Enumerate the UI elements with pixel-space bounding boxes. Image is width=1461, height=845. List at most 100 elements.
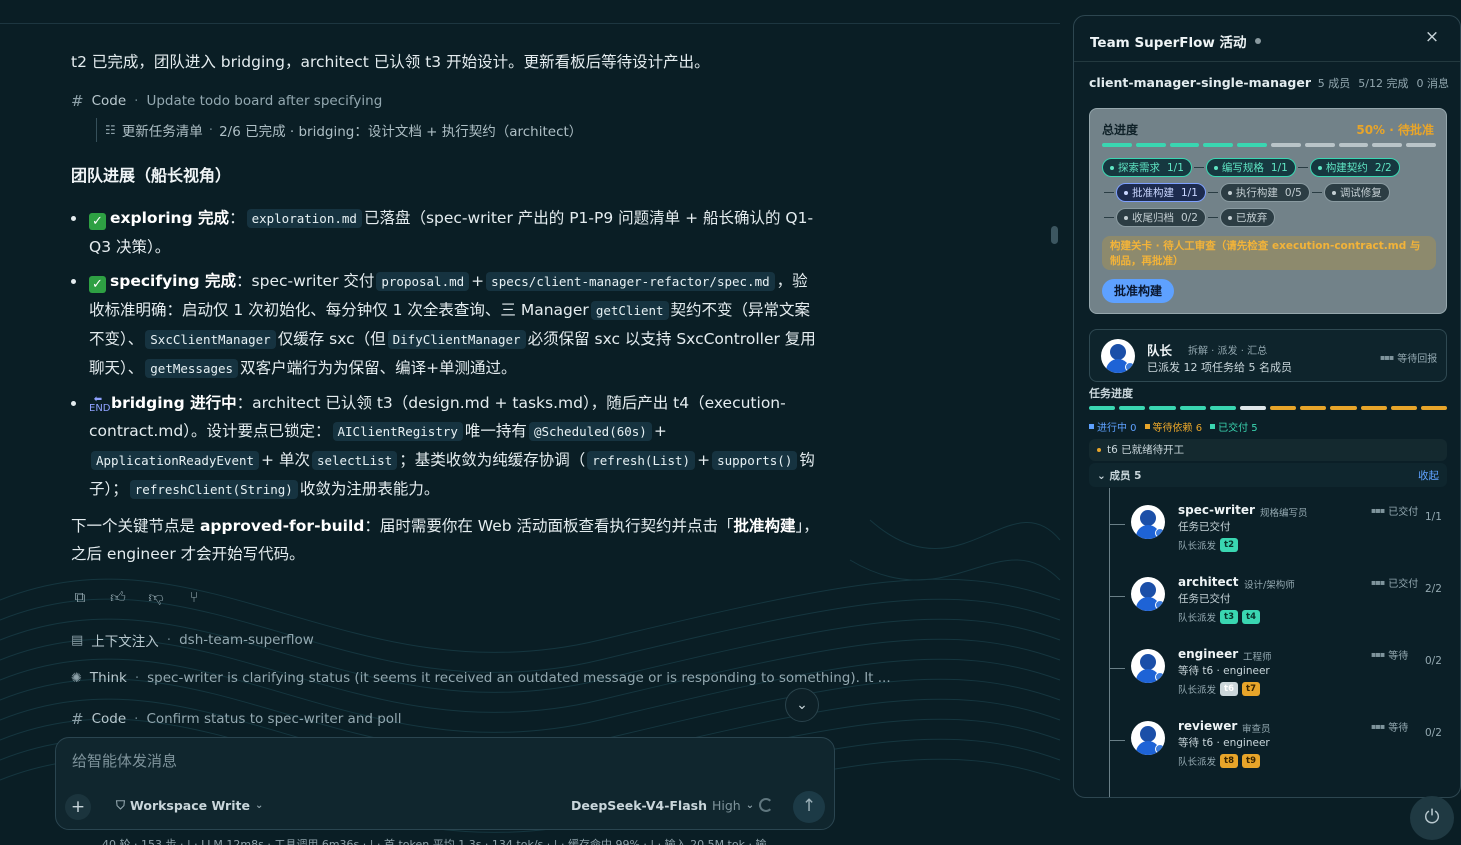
stage-dot-icon bbox=[1227, 215, 1232, 220]
message-input[interactable] bbox=[72, 752, 812, 770]
progress-segment bbox=[1304, 143, 1335, 147]
progress-segment bbox=[1372, 143, 1403, 147]
thumbs-up-icon[interactable]: 👍︎ bbox=[109, 588, 127, 606]
task-chip[interactable]: t8 bbox=[1220, 754, 1238, 768]
chat-area: t2 已完成，团队进入 bridging，architect 已认领 t3 开始… bbox=[0, 0, 1060, 845]
chat-top-divider bbox=[0, 23, 1060, 24]
thumbs-down-icon[interactable]: 👎︎ bbox=[147, 588, 165, 606]
chevron-down-icon: ⌄ bbox=[745, 800, 755, 811]
model-select[interactable]: DeepSeek-V4-Flash High ⌄ bbox=[571, 798, 754, 813]
stage-dot-icon bbox=[1124, 215, 1128, 220]
progress-status: 50% · 待批准 bbox=[1356, 123, 1434, 137]
task-segment bbox=[1270, 406, 1297, 410]
stage-dot-icon bbox=[1331, 190, 1336, 195]
tool-call-code-2[interactable]: # Code · Confirm status to spec-writer a… bbox=[71, 710, 402, 728]
stage-connector bbox=[1311, 192, 1322, 193]
avatar bbox=[1131, 649, 1165, 683]
member-card[interactable]: architect 设计/架构师 任务已交付 队长派发 t3 t4 ▪▪▪ 已交付 2/2 bbox=[1109, 568, 1449, 636]
task-chip[interactable]: t3 bbox=[1220, 610, 1238, 624]
hash-icon: # bbox=[71, 92, 84, 110]
build-gate-notice: 构建关卡 · 待人工审查（请先检查 execution-contract.md … bbox=[1102, 236, 1436, 270]
panel-header: Team SuperFlow 活动 × bbox=[1074, 16, 1460, 62]
tool-call-code-1[interactable]: # Code · Update todo board after specify… bbox=[71, 92, 382, 110]
think-line[interactable]: ✺ Think · spec-writer is clarifying stat… bbox=[71, 670, 891, 686]
grid-dots-icon: ▪▪▪ bbox=[1380, 353, 1394, 362]
task-chip[interactable]: t4 bbox=[1242, 610, 1260, 624]
grid-dots-icon: ▪▪▪ bbox=[1371, 506, 1385, 515]
workspace-mode-select[interactable]: ⛉ Workspace Write ⌄ bbox=[116, 798, 263, 813]
branch-icon[interactable]: ⑂ bbox=[185, 588, 203, 606]
member-card[interactable]: spec-writer 规格编写员 任务已交付 队长派发 t2 ▪▪▪ 已交付 1/1 bbox=[1109, 496, 1449, 564]
stage-dot-icon bbox=[1110, 165, 1114, 170]
progress-segment bbox=[1338, 143, 1369, 147]
stage-pill[interactable]: 已放弃 bbox=[1219, 208, 1276, 227]
approve-build-button[interactable]: 批准构建 bbox=[1102, 279, 1175, 303]
hash-icon: # bbox=[71, 710, 84, 728]
task-segment bbox=[1089, 406, 1116, 410]
task-segment bbox=[1390, 406, 1417, 410]
copy-icon[interactable]: ⧉ bbox=[71, 588, 89, 606]
chat-scrollbar[interactable] bbox=[1051, 226, 1058, 244]
stage-pill[interactable]: 执行构建 0/5 bbox=[1219, 183, 1310, 202]
bullet-bridging: ⬅ ENDbridging 进行中：architect 已认领 t3（design… bbox=[71, 389, 823, 504]
activity-panel: Team SuperFlow 活动 × client-manager-singl… bbox=[1073, 15, 1461, 798]
ready-note: t6 已就绪待开工 bbox=[1089, 439, 1447, 461]
progress-segment bbox=[1169, 143, 1200, 147]
collapse-button[interactable]: 收起 bbox=[1418, 468, 1439, 483]
message-composer: + ⛉ Workspace Write ⌄ DeepSeek-V4-Flash … bbox=[55, 737, 835, 830]
add-attachment-button[interactable]: + bbox=[65, 794, 91, 820]
tree-branch bbox=[1109, 740, 1125, 741]
stage-pipeline: 探索需求 1/1 编写规格 1/1 构建契约 2/2 批准构建 1/1 执行构建 0/5 调试修复收… bbox=[1102, 155, 1438, 230]
task-chip[interactable]: t2 bbox=[1220, 538, 1238, 552]
leader-card[interactable]: 队长 拆解 · 派发 · 汇总 已派发 12 项任务给 5 名成员 ▪▪▪ 等待回… bbox=[1089, 329, 1447, 382]
task-segment bbox=[1179, 406, 1206, 410]
end-arrow-icon: ⬅ END bbox=[89, 394, 111, 414]
task-segment bbox=[1119, 406, 1146, 410]
task-progress-legend: 进行中 0 等待依赖 6 已交付 5 bbox=[1089, 419, 1258, 434]
stage-pill[interactable]: 构建契约 2/2 bbox=[1309, 158, 1400, 177]
chevron-down-icon: ⌄ bbox=[796, 697, 808, 713]
shield-icon: ⛉ bbox=[116, 798, 126, 812]
stage-pill[interactable]: 探索需求 1/1 bbox=[1102, 158, 1192, 177]
close-icon[interactable]: × bbox=[1422, 27, 1442, 47]
task-chip[interactable]: t7 bbox=[1242, 682, 1260, 696]
plus-icon: + bbox=[70, 797, 86, 817]
task-chip[interactable]: t9 bbox=[1242, 754, 1260, 768]
task-segment bbox=[1360, 406, 1387, 410]
power-button[interactable]: ⏻ bbox=[1410, 796, 1454, 840]
status-dot-icon bbox=[1254, 38, 1261, 44]
context-injection-line[interactable]: ▤ 上下文注入 · dsh-team-superflow bbox=[71, 630, 314, 650]
progress-segment bbox=[1237, 143, 1267, 147]
member-card[interactable]: engineer 工程师 等待 t6 · engineer 队长派发 t6 t7 ▪▪▪ 等待… bbox=[1109, 640, 1449, 708]
task-segment bbox=[1300, 406, 1327, 410]
stage-pill[interactable]: 批准构建 1/1 bbox=[1116, 183, 1206, 202]
task-segment bbox=[1330, 406, 1357, 410]
member-card[interactable]: reviewer 审查员 等待 t6 · engineer 队长派发 t8 t9 ▪▪▪ 等待… bbox=[1109, 712, 1449, 780]
stage-connector bbox=[1207, 192, 1218, 193]
legend-item: 进行中 0 bbox=[1089, 419, 1137, 434]
stage-row: 探索需求 1/1 编写规格 1/1 构建契约 2/2 bbox=[1102, 155, 1438, 180]
session-stats: 40 轮 · 153 步 · | · LLM 12m8s · 工具调用 6m36… bbox=[102, 838, 767, 845]
stage-pill[interactable]: 收尾归档 0/2 bbox=[1116, 208, 1206, 227]
task-progress-bar bbox=[1089, 406, 1448, 410]
avatar bbox=[1101, 339, 1135, 373]
progress-segment bbox=[1135, 143, 1166, 147]
check-icon: ✓ bbox=[89, 276, 106, 293]
avatar bbox=[1131, 721, 1165, 755]
stage-dot-icon bbox=[1227, 190, 1232, 195]
progress-bullets: ✓ exploring 完成： exploration.md 已落盘（spec-wri… bbox=[71, 204, 823, 510]
avatar bbox=[1131, 577, 1165, 611]
stage-pill[interactable]: 编写规格 1/1 bbox=[1205, 158, 1296, 177]
grid-dots-icon: ▪▪▪ bbox=[1371, 722, 1385, 731]
legend-item: 已交付 5 bbox=[1210, 419, 1258, 434]
tree-branch bbox=[1109, 668, 1125, 669]
panel-title: Team SuperFlow 活动 bbox=[1090, 31, 1261, 51]
members-header[interactable]: ⌄ 成员 5 收起 bbox=[1089, 463, 1447, 487]
task-chip[interactable]: t6 bbox=[1220, 682, 1238, 696]
subtool-update-todo[interactable]: ☷ 更新任务清单 · 2/6 已完成 · bridging：设计文档 + 执行契… bbox=[96, 118, 582, 142]
loading-spinner-icon bbox=[759, 798, 773, 812]
send-button[interactable]: ↑ bbox=[793, 791, 825, 823]
stage-pill[interactable]: 调试修复 bbox=[1323, 183, 1390, 202]
scroll-down-button[interactable]: ⌄ bbox=[785, 688, 819, 722]
list-icon: ☷ bbox=[105, 123, 116, 137]
